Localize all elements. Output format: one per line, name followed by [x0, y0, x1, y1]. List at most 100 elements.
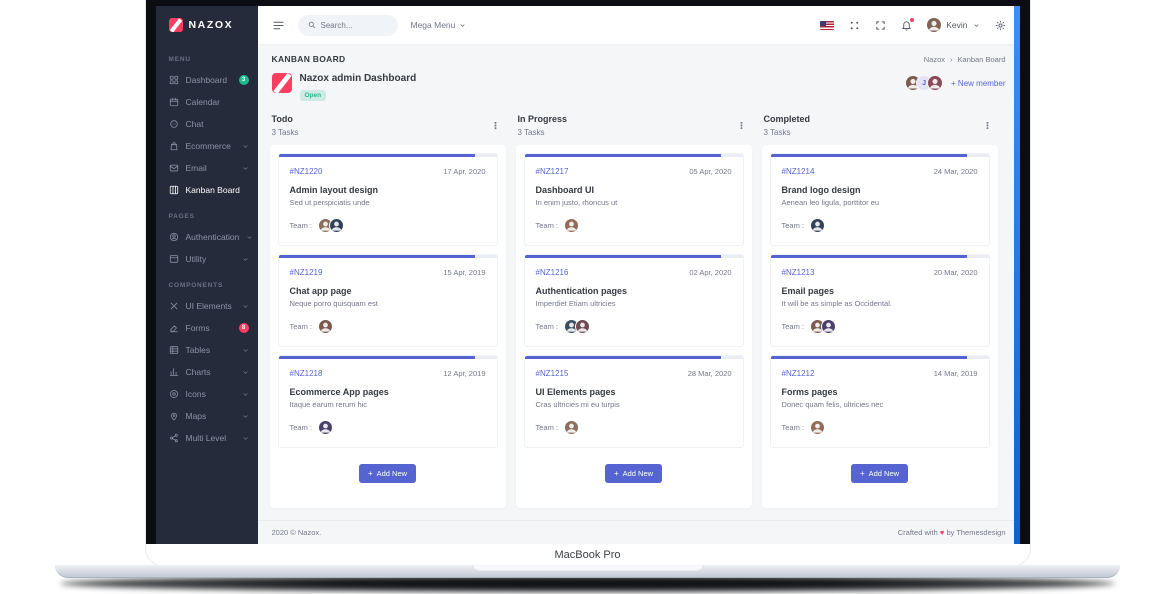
add-new-button[interactable]: + Add New	[358, 464, 417, 483]
avatar	[575, 319, 591, 334]
project-team: J + New member	[905, 73, 1006, 91]
add-new-button[interactable]: + Add New	[850, 464, 909, 483]
project-header: Nazox admin Dashboard Open J + New membe…	[258, 64, 1020, 102]
sidebar-item-ui-elements[interactable]: UI Elements	[156, 295, 258, 317]
chevron-down-icon	[242, 256, 249, 263]
add-new-button[interactable]: + Add New	[604, 464, 663, 483]
sidebar-section-title: PAGES	[168, 213, 195, 220]
breadcrumb-current: Kanban Board	[957, 54, 1006, 64]
kanban-card[interactable]: #NZ1217 05 Apr, 2020 Dashboard UI In enim j…	[523, 153, 744, 246]
card-description: In enim justo, rhoncus ut	[535, 198, 618, 207]
sidebar-item-authentication[interactable]: Authentication	[156, 226, 258, 248]
charts-icon	[169, 367, 179, 377]
card-id-link[interactable]: #NZ1212	[782, 369, 815, 378]
column-menu-dots-icon[interactable]	[735, 119, 748, 132]
sidebar-item-icons[interactable]: Icons	[156, 383, 258, 405]
sidebar-item-calendar[interactable]: Calendar	[156, 91, 258, 113]
new-member-link[interactable]: + New member	[951, 79, 1005, 88]
kanban-card[interactable]: #NZ1219 15 Apr, 2019 Chat app page Neque po…	[277, 254, 498, 347]
brand-logo[interactable]: NAZOX	[156, 6, 258, 44]
breadcrumb-link-home[interactable]: Nazox	[924, 55, 945, 64]
column-header: Completed 3 Tasks	[762, 114, 998, 145]
apps-grid-icon[interactable]	[849, 20, 860, 31]
kanban-card[interactable]: #NZ1218 12 Apr, 2019 Ecommerce App pages It…	[277, 355, 498, 448]
card-date: 02 Apr, 2020	[689, 268, 732, 277]
kanban-card[interactable]: #NZ1215 28 Mar, 2020 UI Elements pages Cras…	[523, 355, 744, 448]
sidebar-item-label: Authentication	[185, 232, 240, 242]
topbar: Mega Menu	[257, 6, 1020, 44]
column-menu-dots-icon[interactable]	[489, 119, 502, 132]
card-id-link[interactable]: #NZ1214	[782, 167, 815, 176]
card-title: Brand logo design	[781, 185, 861, 195]
card-id-link[interactable]: #NZ1216	[536, 268, 569, 277]
sidebar-item-chat[interactable]: Chat	[156, 113, 258, 135]
project-info: Nazox admin Dashboard Open	[271, 73, 416, 102]
sidebar-item-label: Ecommerce	[185, 141, 231, 151]
avatar	[329, 218, 345, 233]
user-menu[interactable]: Kevin	[927, 18, 979, 32]
breadcrumb-separator: ›	[950, 54, 953, 64]
fullscreen-icon[interactable]	[875, 20, 886, 31]
card-id-link[interactable]: #NZ1219	[290, 268, 323, 277]
chevron-down-icon	[459, 22, 466, 29]
breadcrumb: Nazox › Kanban Board	[924, 55, 1006, 64]
chevron-down-icon	[242, 413, 249, 420]
user-name: Kevin	[946, 20, 968, 30]
kanban-card[interactable]: #NZ1212 14 Mar, 2019 Forms pages Donec quam…	[769, 355, 990, 448]
card-id-link[interactable]: #NZ1215	[536, 369, 569, 378]
kanban-card[interactable]: #NZ1214 24 Mar, 2020 Brand logo design Aene…	[769, 153, 990, 246]
notifications-bell-icon[interactable]	[901, 17, 915, 31]
sidebar-item-dashboard[interactable]: Dashboard 3	[156, 69, 258, 91]
sidebar-item-kanban-board[interactable]: Kanban Board	[156, 179, 258, 201]
kanban-card[interactable]: #NZ1220 17 Apr, 2020 Admin layout design Se…	[277, 153, 498, 246]
chevron-down-icon	[242, 369, 249, 376]
kanban-card[interactable]: #NZ1213 20 Mar, 2020 Email pages It will be…	[769, 254, 990, 347]
laptop-base	[55, 565, 1120, 578]
sidebar-item-label: Dashboard	[185, 75, 228, 85]
card-title: Ecommerce App pages	[289, 387, 389, 397]
sidebar-item-ecommerce[interactable]: Ecommerce	[156, 135, 258, 157]
breadcrumb-row: KANBAN BOARD Nazox › Kanban Board	[258, 44, 1020, 64]
card-date: 28 Mar, 2020	[687, 369, 732, 378]
card-title: Forms pages	[781, 387, 838, 397]
card-team-label: Team :	[289, 221, 313, 230]
kanban-card[interactable]: #NZ1216 02 Apr, 2020 Authentication pages I…	[523, 254, 744, 347]
card-id-link[interactable]: #NZ1220	[290, 167, 323, 176]
mega-menu-button[interactable]: Mega Menu	[411, 20, 467, 30]
add-new-label: Add New	[376, 469, 408, 478]
settings-gear-icon[interactable]	[995, 20, 1006, 31]
sidebar-section-title: COMPONENTS	[168, 282, 224, 289]
sidebar-item-utility[interactable]: Utility	[156, 248, 258, 270]
plus-icon: +	[859, 468, 865, 478]
chevron-down-icon	[246, 234, 253, 241]
card-date: 15 Apr, 2019	[443, 268, 486, 277]
email-icon	[169, 163, 179, 173]
hamburger-menu-icon[interactable]	[272, 19, 285, 32]
card-id-link[interactable]: #NZ1218	[290, 369, 323, 378]
card-team-label: Team :	[289, 322, 313, 331]
sidebar-item-charts[interactable]: Charts	[156, 361, 258, 383]
brand-name: NAZOX	[188, 19, 234, 31]
card-team-avatars	[564, 420, 580, 435]
kanban-column-in-progress: In Progress 3 Tasks #NZ1217 05 Apr, 2020 Das…	[515, 114, 752, 508]
column-menu-dots-icon[interactable]	[981, 119, 994, 132]
sidebar-item-maps[interactable]: Maps	[156, 405, 258, 427]
sidebar-item-forms[interactable]: Forms 8	[156, 317, 258, 339]
search-input[interactable]	[320, 20, 391, 30]
calendar-icon	[169, 97, 179, 107]
card-description: Neque porro quisquam est	[289, 299, 378, 308]
search-box[interactable]	[297, 14, 398, 36]
card-team-avatars	[318, 420, 334, 435]
chat-icon	[169, 119, 179, 129]
card-id-link[interactable]: #NZ1213	[782, 268, 815, 277]
card-id-link[interactable]: #NZ1217	[536, 167, 569, 176]
card-description: Cras ultricies mi eu turpis	[535, 400, 620, 409]
sidebar-item-multi-level[interactable]: Multi Level	[156, 427, 258, 449]
language-flag-icon[interactable]	[820, 20, 835, 30]
sidebar-item-email[interactable]: Email	[156, 157, 258, 179]
card-date: 05 Apr, 2020	[689, 167, 732, 176]
kanban-column-completed: Completed 3 Tasks #NZ1214 24 Mar, 2020 Brand…	[761, 114, 998, 508]
sidebar-item-label: Tables	[185, 345, 211, 355]
sidebar-item-tables[interactable]: Tables	[156, 339, 258, 361]
card-team-avatars	[564, 218, 580, 233]
